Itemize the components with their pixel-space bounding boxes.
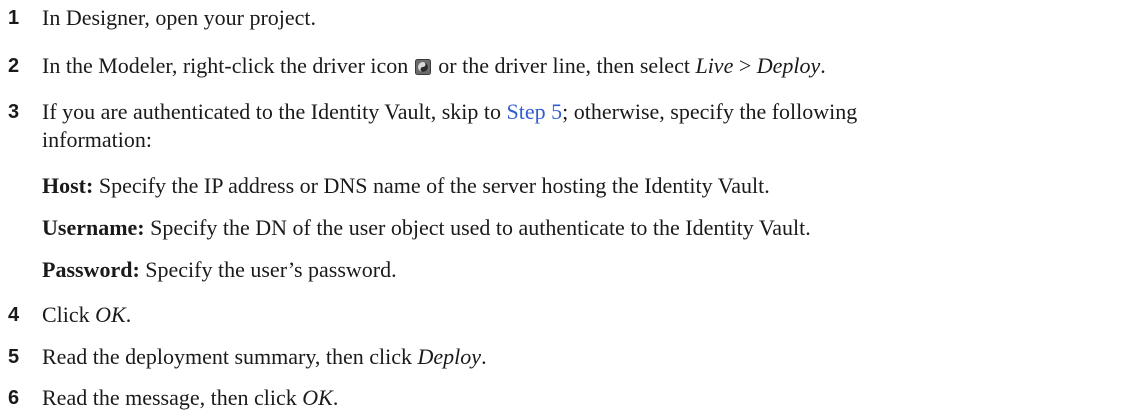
step-text: In Designer, open your project. <box>42 5 317 30</box>
field-desc: Specify the user’s password. <box>145 257 397 282</box>
step-number: 3 <box>8 101 20 123</box>
document-page: 1 In Designer, open your project. 2 In t… <box>0 0 1136 418</box>
step-number: 5 <box>8 346 20 368</box>
step-number: 6 <box>8 387 20 409</box>
step-text-part: In the Modeler, right-click the driver i… <box>42 53 409 78</box>
ok-emphasis: OK <box>302 385 333 410</box>
deploy-emphasis: Deploy <box>417 344 482 369</box>
field-description: Password: Specify the user’s password. <box>42 256 397 284</box>
punctuation: . <box>820 53 826 78</box>
field-description: Username: Specify the DN of the user obj… <box>42 214 811 242</box>
menu-item-live: Live <box>695 53 734 78</box>
step-text: In the Modeler, right-click the driver i… <box>42 52 826 80</box>
step-number: 4 <box>8 304 20 326</box>
step-text-part: or the driver line, then select <box>438 53 690 78</box>
step-text-continued: information: <box>42 127 152 152</box>
step-text-part: ; otherwise, specify the following <box>562 99 858 124</box>
step-text: Read the message, then click OK. <box>42 384 338 412</box>
field-label: Host: <box>42 173 94 198</box>
punctuation: . <box>125 302 132 327</box>
step-text: Click OK. <box>42 301 131 329</box>
field-desc: Specify the DN of the user object used t… <box>150 215 811 240</box>
step-text-part: If you are authenticated to the Identity… <box>42 99 502 124</box>
step-text-part: Read the deployment summary, then click <box>42 344 413 369</box>
step-text-part: Click <box>42 302 90 327</box>
step-number: 2 <box>8 55 20 77</box>
step-text: If you are authenticated to the Identity… <box>42 98 857 126</box>
menu-item-deploy: Deploy <box>756 53 821 78</box>
step-number: 1 <box>8 7 20 29</box>
field-description: Host: Specify the IP address or DNS name… <box>42 172 770 200</box>
ok-emphasis: OK <box>95 302 126 327</box>
punctuation: . <box>332 385 339 410</box>
step-5-link[interactable]: Step 5 <box>507 99 563 124</box>
field-desc: Specify the IP address or DNS name of th… <box>98 173 770 198</box>
menu-separator: > <box>738 53 752 78</box>
field-label: Username: <box>42 215 145 240</box>
driver-icon <box>414 54 431 75</box>
field-label: Password: <box>42 257 140 282</box>
punctuation: . <box>481 344 487 369</box>
step-text-part: Read the message, then click <box>42 385 297 410</box>
step-text: Read the deployment summary, then click … <box>42 343 487 371</box>
